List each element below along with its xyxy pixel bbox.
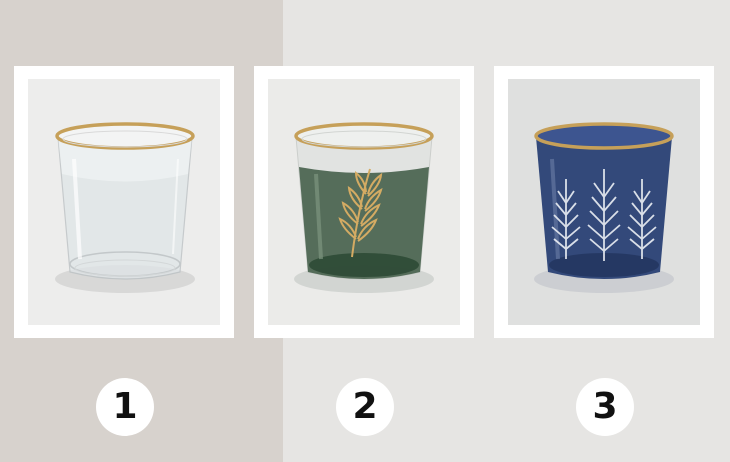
- option-number-badge-2[interactable]: 2: [336, 378, 394, 436]
- glass-illustration-2: [268, 79, 460, 325]
- option-number-1: 1: [112, 386, 138, 427]
- clear-glass-icon: [28, 79, 220, 325]
- option-number-3: 3: [592, 386, 618, 427]
- green-leaf-glass-icon: [268, 79, 460, 325]
- option-number-badge-1[interactable]: 1: [96, 378, 154, 436]
- option-card-3[interactable]: [494, 66, 714, 338]
- option-card-2[interactable]: [254, 66, 474, 338]
- option-number-2: 2: [352, 386, 378, 427]
- glass-illustration-1: [28, 79, 220, 325]
- blue-fern-glass-icon: [508, 79, 700, 325]
- option-card-1[interactable]: [14, 66, 234, 338]
- glass-illustration-3: [508, 79, 700, 325]
- option-number-badge-3[interactable]: 3: [576, 378, 634, 436]
